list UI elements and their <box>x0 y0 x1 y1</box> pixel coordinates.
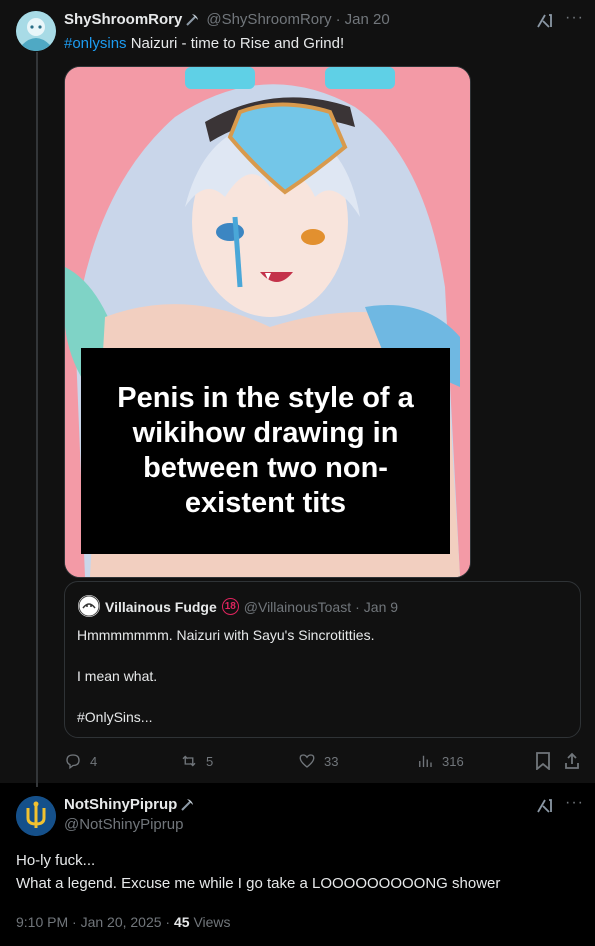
hashtag-link[interactable]: #onlysins <box>64 35 127 52</box>
tweet2-views-count: 45 <box>173 914 190 930</box>
bookmark-icon <box>536 752 550 771</box>
tweet1-body: #onlysins Naizuri - time to Rise and Gri… <box>64 35 344 52</box>
views-count: 316 <box>442 753 464 769</box>
quote-line-3: #OnlySins... <box>77 709 153 725</box>
tweet1-handle[interactable]: @ShyShroomRory <box>206 11 331 28</box>
notshinypiprup-avatar[interactable] <box>16 796 56 836</box>
age-badge-text: 18 <box>224 601 236 612</box>
tweet2-views-label: Views <box>189 914 231 930</box>
tweet2-meta: 9:10 PM · Jan 20, 2025 · 45 Views <box>16 914 231 930</box>
grok-icon[interactable] <box>536 12 554 30</box>
reply-icon <box>66 754 80 770</box>
tweet2-name-row: NotShinyPiprup <box>64 796 195 813</box>
separator-dot: · <box>355 598 360 615</box>
more-options-icon[interactable]: ··· <box>565 9 584 27</box>
thread-connector-line <box>36 52 38 787</box>
tweet1-date[interactable]: Jan 20 <box>345 11 390 28</box>
quote-date[interactable]: Jan 9 <box>364 599 398 615</box>
tweet1-text: Naizuri - time to Rise and Grind! <box>126 35 345 52</box>
tweet2-timestamp[interactable]: 9:10 PM · Jan 20, 2025 · <box>16 914 174 930</box>
tweet1-header: ShyShroomRory @ShyShroomRory · Jan 20 <box>64 11 390 28</box>
pickaxe-icon <box>184 12 200 28</box>
bookmark-button[interactable] <box>535 752 551 771</box>
age-18-badge-icon: 18 <box>221 598 239 615</box>
share-button[interactable] <box>564 752 580 770</box>
grok-icon[interactable] <box>536 797 554 815</box>
quote-line-2: I mean what. <box>77 668 158 684</box>
tweet1-display-name[interactable]: ShyShroomRory <box>64 11 182 28</box>
tweet2-display-name[interactable]: NotShinyPiprup <box>64 796 177 813</box>
shyshroomrory-avatar[interactable] <box>16 11 56 51</box>
quote-display-name[interactable]: Villainous Fudge <box>105 599 217 615</box>
pickaxe-icon <box>179 797 195 813</box>
like-button[interactable]: 33 <box>298 752 338 770</box>
separator-dot: · <box>335 11 341 28</box>
views-button[interactable]: 316 <box>416 752 464 770</box>
repost-icon <box>182 755 196 767</box>
more-options-icon[interactable]: ··· <box>565 794 584 812</box>
reply-count: 4 <box>90 753 98 769</box>
tweet2-line-1: Ho-ly fuck... <box>16 852 96 869</box>
heart-icon <box>299 754 315 768</box>
image-caption-box: Penis in the style of a wikihow drawing … <box>81 348 450 554</box>
share-icon <box>565 752 579 769</box>
villainousfudge-avatar[interactable] <box>78 595 100 617</box>
reply-button[interactable]: 4 <box>64 752 97 770</box>
like-count: 33 <box>324 753 339 769</box>
quote-handle[interactable]: @VillainousToast <box>244 599 351 615</box>
tweet2-line-2: What a legend. Excuse me while I go take… <box>16 875 501 892</box>
views-chart-icon <box>419 755 432 767</box>
image-caption-text: Penis in the style of a wikihow drawing … <box>117 382 414 519</box>
tweet2-handle[interactable]: @NotShinyPiprup <box>64 816 183 833</box>
repost-button[interactable]: 5 <box>180 752 213 770</box>
repost-count: 5 <box>206 753 214 769</box>
quote-header: Villainous Fudge 18 @VillainousToast · J… <box>105 598 398 615</box>
quote-line-1: Hmmmmmmm. Naizuri with Sayu's Sincrotitt… <box>77 627 375 643</box>
